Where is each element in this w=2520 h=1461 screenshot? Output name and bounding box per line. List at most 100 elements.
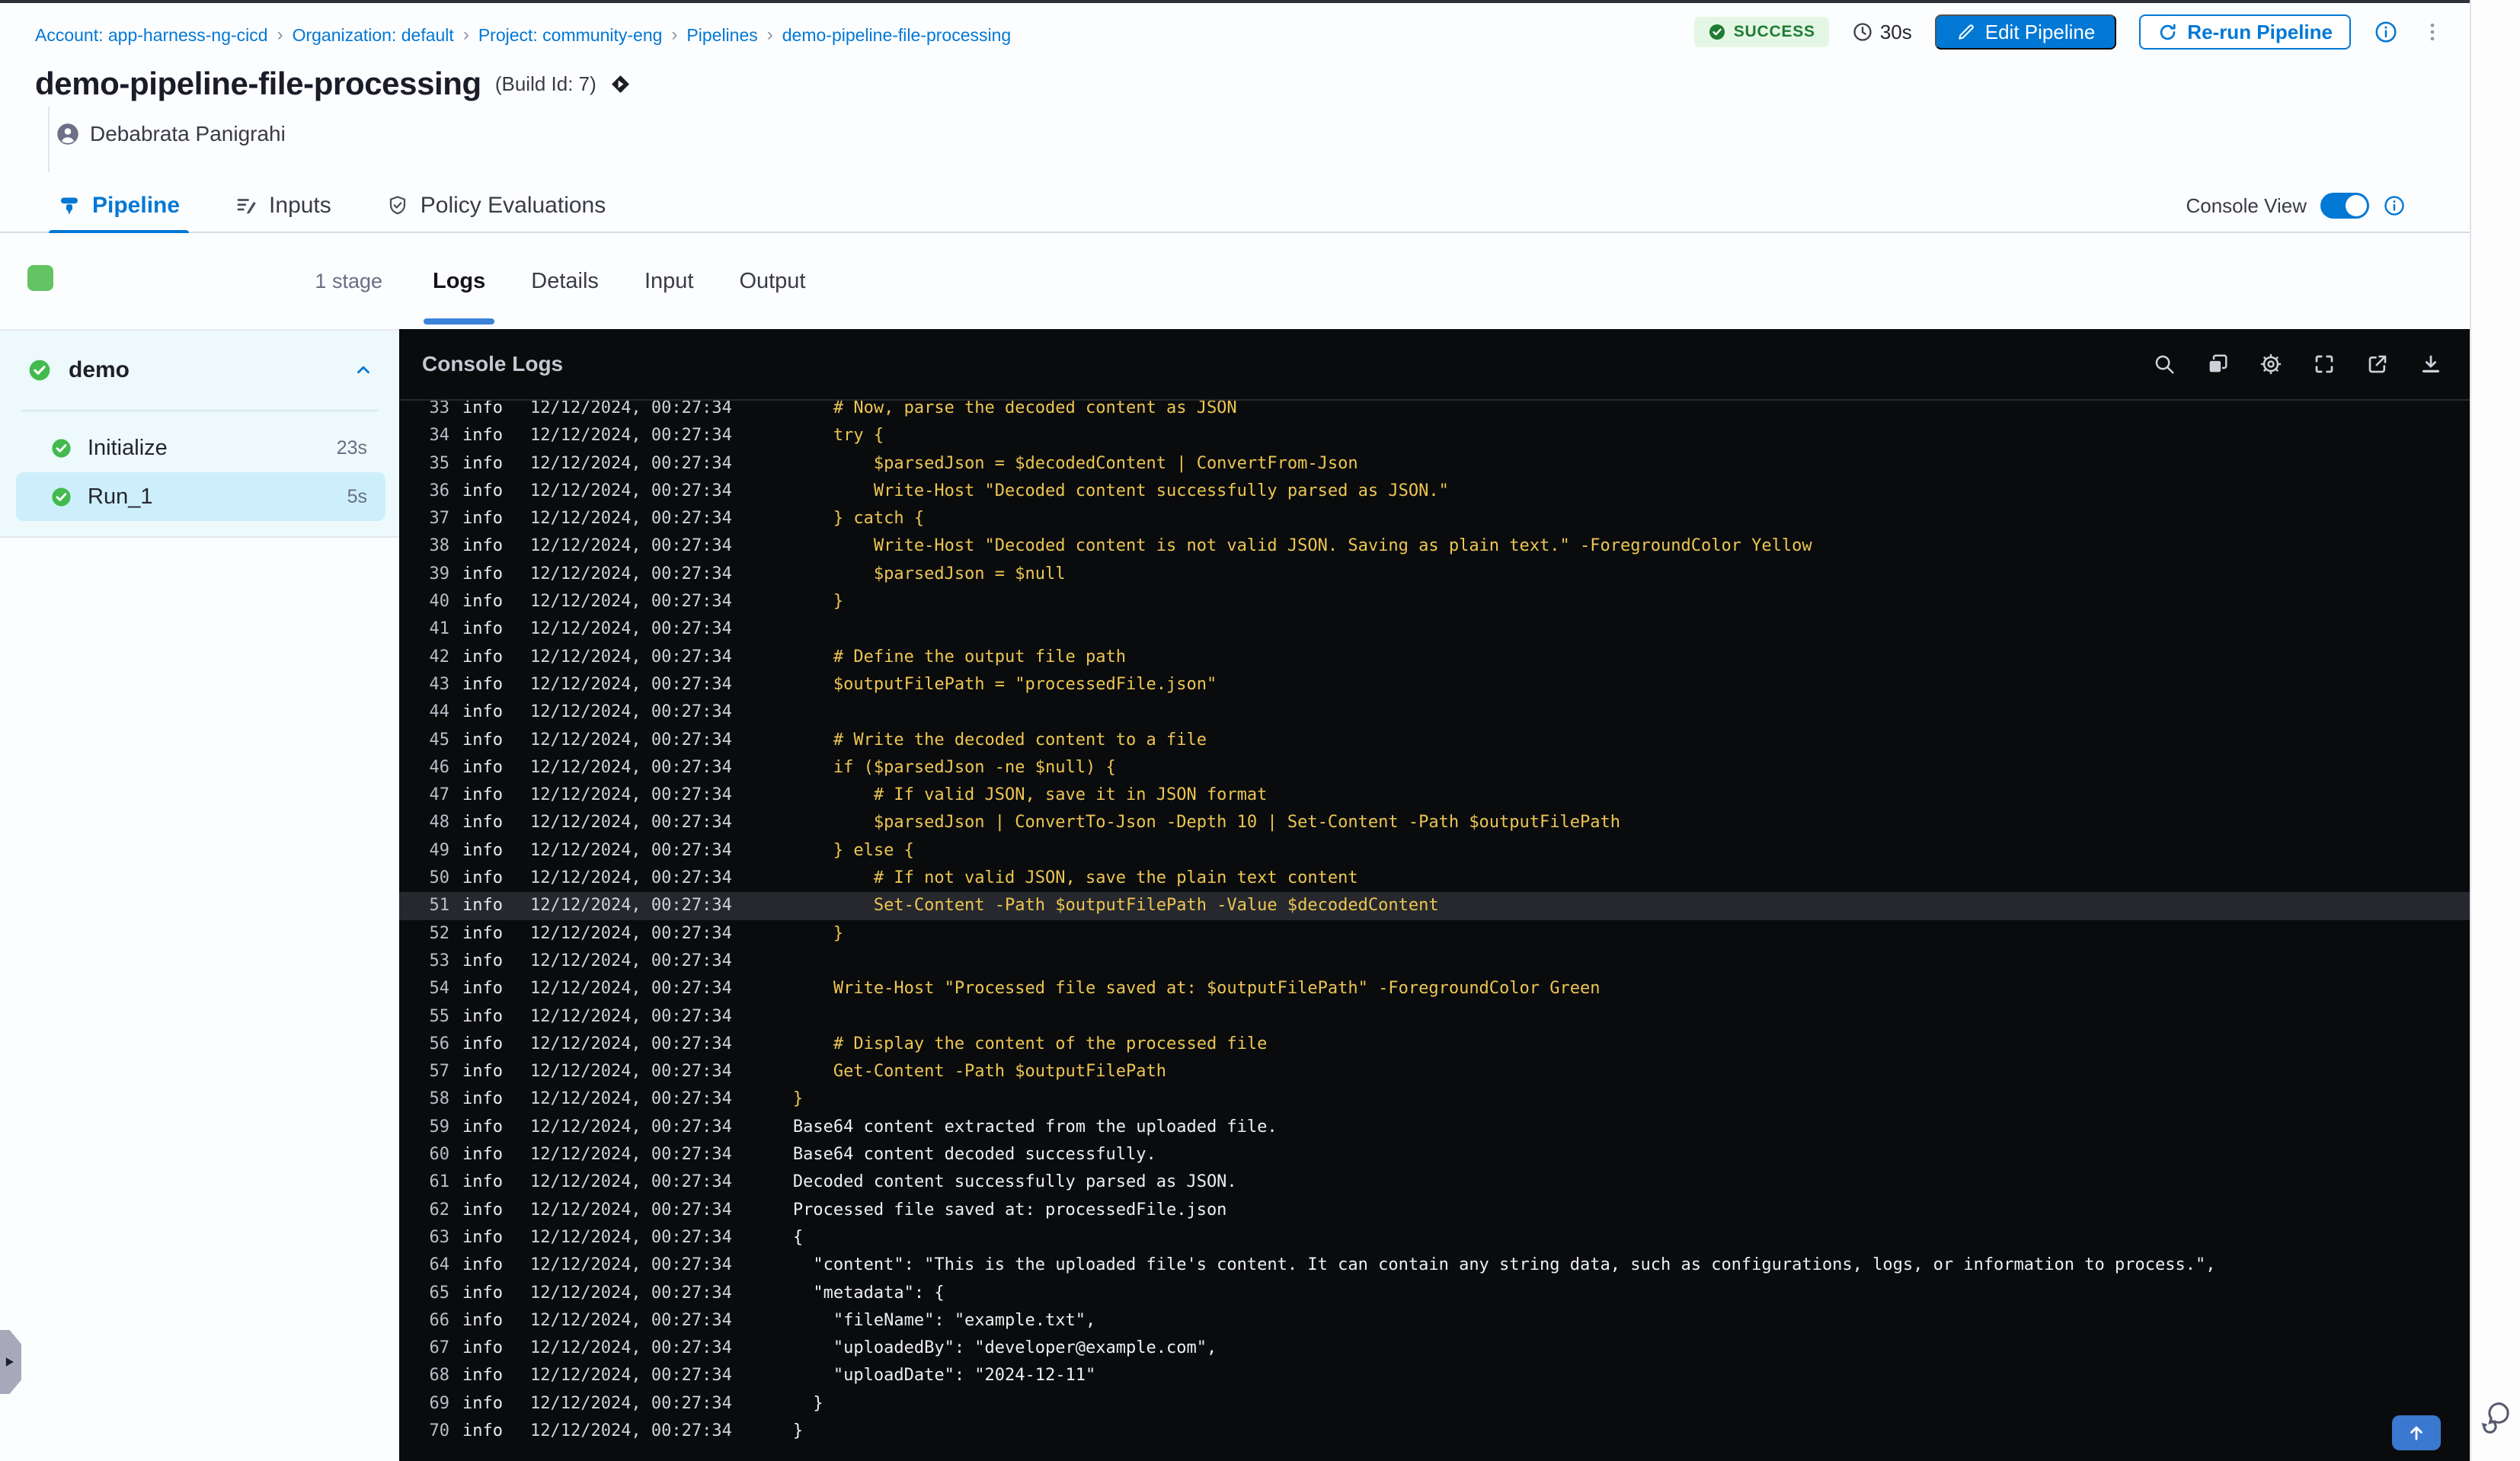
tab-label: Policy Evaluations bbox=[420, 193, 606, 218]
log-row[interactable]: 47 info 12/12/2024, 00:27:34 # If valid JS… bbox=[399, 782, 2470, 809]
log-tab-input[interactable]: Input bbox=[644, 233, 694, 329]
log-row[interactable]: 49 info 12/12/2024, 00:27:34 } else { bbox=[399, 837, 2470, 865]
log-level: info bbox=[462, 1366, 503, 1386]
log-row[interactable]: 59 info 12/12/2024, 00:27:34 Base64 content… bbox=[399, 1114, 2470, 1141]
stage-row-demo[interactable]: demo bbox=[0, 331, 399, 410]
log-row[interactable]: 37 info 12/12/2024, 00:27:34 } catch { bbox=[399, 505, 2470, 532]
log-row[interactable]: 40 info 12/12/2024, 00:27:34 } bbox=[399, 588, 2470, 615]
open-in-new-icon[interactable] bbox=[2366, 353, 2389, 376]
log-timestamp: 12/12/2024, 00:27:34 bbox=[529, 785, 732, 805]
breadcrumb-link[interactable]: Account: app-harness-ng-cicd bbox=[35, 25, 268, 46]
log-row[interactable]: 60 info 12/12/2024, 00:27:34 Base64 content… bbox=[399, 1141, 2470, 1168]
tab-inputs[interactable]: Inputs bbox=[235, 180, 331, 232]
breadcrumb-link[interactable]: Project: community-eng bbox=[478, 25, 663, 46]
log-row[interactable]: 50 info 12/12/2024, 00:27:34 # If not vali… bbox=[399, 865, 2470, 892]
log-timestamp: 12/12/2024, 00:27:34 bbox=[529, 702, 732, 722]
log-row[interactable]: 64 info 12/12/2024, 00:27:34 "content": "T… bbox=[399, 1252, 2470, 1279]
log-text: # If not valid JSON, save the plain text… bbox=[792, 868, 1358, 888]
log-row[interactable]: 46 info 12/12/2024, 00:27:34 if ($parsedJs… bbox=[399, 754, 2470, 782]
kebab-menu-icon[interactable] bbox=[2421, 21, 2444, 43]
log-row[interactable]: 38 info 12/12/2024, 00:27:34 Write-Host "D… bbox=[399, 532, 2470, 560]
log-line-number: 42 bbox=[429, 647, 450, 667]
log-row[interactable]: 41 info 12/12/2024, 00:27:34 bbox=[399, 615, 2470, 643]
log-timestamp: 12/12/2024, 00:27:34 bbox=[529, 536, 732, 556]
log-level: info bbox=[462, 840, 503, 860]
log-row[interactable]: 36 info 12/12/2024, 00:27:34 Write-Host "D… bbox=[399, 478, 2470, 505]
log-row[interactable]: 53 info 12/12/2024, 00:27:34 bbox=[399, 948, 2470, 975]
rerun-pipeline-button[interactable]: Re-run Pipeline bbox=[2139, 14, 2351, 50]
log-row[interactable]: 39 info 12/12/2024, 00:27:34 $parsedJson =… bbox=[399, 561, 2470, 588]
breadcrumb-link[interactable]: demo-pipeline-file-processing bbox=[782, 25, 1011, 46]
support-chat-icon[interactable] bbox=[2479, 1400, 2512, 1434]
log-tab-details[interactable]: Details bbox=[531, 233, 599, 329]
log-row[interactable]: 66 info 12/12/2024, 00:27:34 "fileName": "… bbox=[399, 1307, 2470, 1335]
clock-icon bbox=[1852, 21, 1873, 43]
log-row[interactable]: 56 info 12/12/2024, 00:27:34 # Display the… bbox=[399, 1031, 2470, 1058]
stage-status-square[interactable] bbox=[27, 265, 53, 291]
log-row[interactable]: 44 info 12/12/2024, 00:27:34 bbox=[399, 699, 2470, 726]
log-row[interactable]: 52 info 12/12/2024, 00:27:34 } bbox=[399, 920, 2470, 948]
log-text: "fileName": "example.txt", bbox=[792, 1310, 1096, 1330]
author-row: Debabrata Panigrahi bbox=[56, 122, 286, 146]
log-line-number: 51 bbox=[429, 896, 450, 916]
log-row[interactable]: 65 info 12/12/2024, 00:27:34 "metadata": { bbox=[399, 1280, 2470, 1307]
log-row[interactable]: 34 info 12/12/2024, 00:27:34 try { bbox=[399, 422, 2470, 449]
settings-icon[interactable] bbox=[2259, 353, 2282, 376]
log-row[interactable]: 54 info 12/12/2024, 00:27:34 Write-Host "P… bbox=[399, 975, 2470, 1002]
log-timestamp: 12/12/2024, 00:27:34 bbox=[529, 1393, 732, 1413]
console-log-lines[interactable]: 33 info 12/12/2024, 00:27:34 # Now, parse … bbox=[399, 395, 2470, 1445]
log-row[interactable]: 63 info 12/12/2024, 00:27:34 { bbox=[399, 1224, 2470, 1252]
tab-pipeline[interactable]: Pipeline bbox=[48, 180, 190, 236]
scroll-to-top-button[interactable] bbox=[2392, 1415, 2441, 1450]
log-row[interactable]: 70 info 12/12/2024, 00:27:34} bbox=[399, 1418, 2470, 1445]
build-id: (Build Id: 7) bbox=[494, 72, 596, 95]
log-line-number: 37 bbox=[429, 509, 450, 529]
log-row[interactable]: 58 info 12/12/2024, 00:27:34} bbox=[399, 1085, 2470, 1113]
log-level: info bbox=[462, 1006, 503, 1026]
log-row[interactable]: 67 info 12/12/2024, 00:27:34 "uploadedBy":… bbox=[399, 1335, 2470, 1362]
tab-label: Inputs bbox=[269, 193, 331, 218]
log-row[interactable]: 42 info 12/12/2024, 00:27:34 # Define the … bbox=[399, 644, 2470, 671]
log-row[interactable]: 35 info 12/12/2024, 00:27:34 $parsedJson =… bbox=[399, 450, 2470, 478]
log-level: info bbox=[462, 757, 503, 777]
log-text: Write-Host "Decoded content successfully… bbox=[792, 481, 1449, 500]
log-line-number: 34 bbox=[429, 426, 450, 446]
log-row[interactable]: 61 info 12/12/2024, 00:27:34 Decoded conten… bbox=[399, 1168, 2470, 1196]
status-badge-label: SUCCESS bbox=[1733, 23, 1815, 40]
log-row[interactable]: 69 info 12/12/2024, 00:27:34 } bbox=[399, 1390, 2470, 1418]
log-text: "content": "This is the uploaded file's … bbox=[792, 1255, 2216, 1275]
download-icon[interactable] bbox=[2419, 353, 2442, 376]
log-line-number: 45 bbox=[429, 730, 450, 750]
log-row[interactable]: 57 info 12/12/2024, 00:27:34 Get-Content -… bbox=[399, 1058, 2470, 1085]
log-timestamp: 12/12/2024, 00:27:34 bbox=[529, 813, 732, 833]
edit-pipeline-button[interactable]: Edit Pipeline bbox=[1934, 14, 2117, 50]
log-row[interactable]: 62 info 12/12/2024, 00:27:34 Processed file… bbox=[399, 1197, 2470, 1224]
step-duration: 23s bbox=[336, 436, 367, 459]
log-text: Set-Content -Path $outputFilePath -Value… bbox=[792, 896, 1439, 916]
chevron-up-icon[interactable] bbox=[353, 360, 373, 380]
log-row[interactable]: 45 info 12/12/2024, 00:27:34 # Write the d… bbox=[399, 727, 2470, 754]
step-row-run_1[interactable]: Run_1 5s bbox=[16, 472, 385, 521]
console-view-toggle[interactable] bbox=[2320, 193, 2369, 219]
log-tab-output[interactable]: Output bbox=[739, 233, 805, 329]
fullscreen-icon[interactable] bbox=[2313, 353, 2336, 376]
copy-icon[interactable] bbox=[2206, 353, 2229, 376]
console-view-info-icon[interactable] bbox=[2383, 194, 2406, 217]
right-rail bbox=[2470, 0, 2520, 1461]
log-text: } bbox=[792, 1393, 823, 1413]
info-icon[interactable] bbox=[2374, 20, 2398, 44]
log-tab-logs[interactable]: Logs bbox=[423, 233, 495, 329]
log-level: info bbox=[462, 564, 503, 583]
step-row-initialize[interactable]: Initialize 23s bbox=[16, 424, 385, 472]
log-row[interactable]: 48 info 12/12/2024, 00:27:34 $parsedJson |… bbox=[399, 809, 2470, 836]
log-row[interactable]: 68 info 12/12/2024, 00:27:34 "uploadDate":… bbox=[399, 1362, 2470, 1389]
log-row[interactable]: 43 info 12/12/2024, 00:27:34 $outputFilePa… bbox=[399, 671, 2470, 699]
page-title: demo-pipeline-file-processing bbox=[35, 66, 481, 101]
search-icon[interactable] bbox=[2153, 353, 2176, 376]
log-timestamp: 12/12/2024, 00:27:34 bbox=[529, 730, 732, 750]
log-row[interactable]: 51 info 12/12/2024, 00:27:34 Set-Content -… bbox=[399, 892, 2470, 920]
breadcrumb-link[interactable]: Organization: default bbox=[293, 25, 454, 46]
breadcrumb-link[interactable]: Pipelines bbox=[686, 25, 757, 46]
tab-policy-evaluations[interactable]: Policy Evaluations bbox=[386, 180, 606, 232]
log-row[interactable]: 55 info 12/12/2024, 00:27:34 bbox=[399, 1003, 2470, 1031]
